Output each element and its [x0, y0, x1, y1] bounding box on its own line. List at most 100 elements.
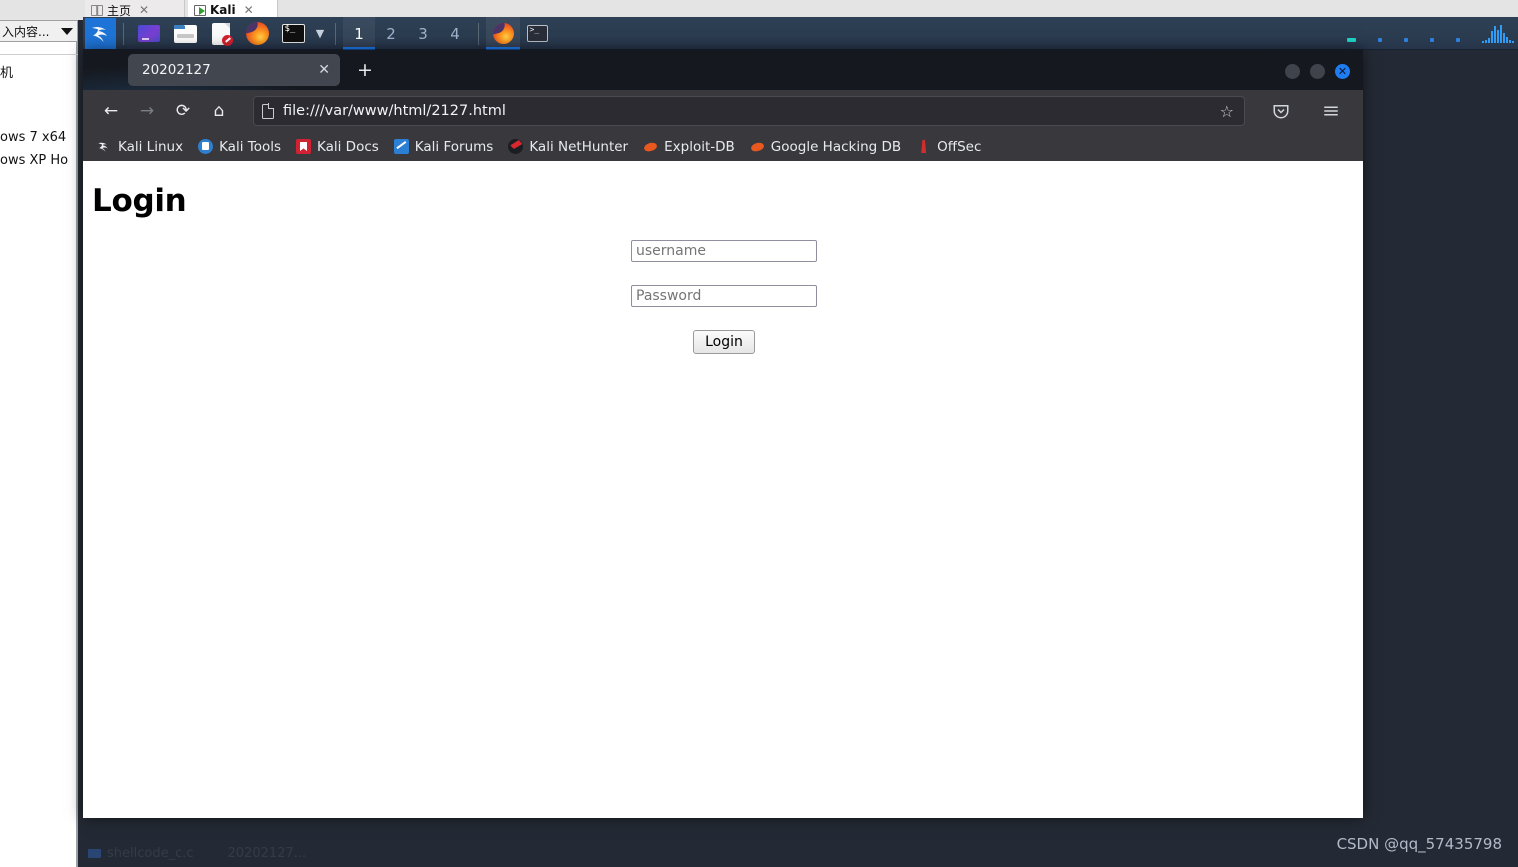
vmware-tab-label: 主页 — [107, 3, 132, 18]
bookmark-label: Kali Linux — [118, 138, 184, 155]
kali-dragon-glyph — [98, 142, 108, 152]
pocket-icon[interactable] — [1265, 95, 1297, 127]
host-panel-item[interactable]: ows 7 x64 — [0, 130, 66, 145]
taskbar-launcher-file-manager[interactable] — [172, 21, 198, 47]
workspace-button-2[interactable]: 2 — [375, 17, 407, 50]
workspace-button-4[interactable]: 4 — [439, 17, 471, 50]
new-tab-button[interactable]: + — [350, 55, 380, 85]
hamburger-glyph — [1324, 106, 1338, 116]
folder-icon — [173, 24, 197, 43]
maximize-icon[interactable] — [1310, 64, 1325, 79]
exploit-db-icon — [643, 139, 658, 154]
taskbar-launcher-terminal[interactable] — [280, 21, 306, 47]
monitor-icon — [138, 25, 160, 42]
workspace-label: 1 — [354, 24, 364, 43]
bookmark-offsec[interactable]: OffSec — [916, 139, 981, 155]
divider — [0, 54, 78, 55]
browser-toolbar: ← → ⟳ ⌂ file:///var/www/html/2127.html ☆ — [83, 90, 1363, 132]
chevron-down-icon[interactable]: ▼ — [312, 17, 328, 50]
username-input[interactable] — [631, 240, 817, 262]
taskbar-window-firefox[interactable] — [486, 17, 520, 50]
browser-tab[interactable]: 20202127 ✕ — [128, 54, 340, 86]
kali-docs-icon — [296, 139, 311, 154]
close-icon[interactable]: ✕ — [139, 3, 149, 17]
url-text[interactable]: file:///var/www/html/2127.html — [283, 103, 1211, 119]
bookmark-google-hacking-db[interactable]: Google Hacking DB — [750, 139, 901, 155]
kali-dragon-icon[interactable] — [85, 18, 116, 49]
bookmark-exploit-db[interactable]: Exploit-DB — [643, 139, 735, 155]
host-panel-item[interactable]: ows XP Ho — [0, 153, 68, 168]
kali-forums-icon — [393, 139, 409, 154]
status-dot-icon[interactable] — [1404, 38, 1408, 42]
watermark: CSDN @qq_57435798 — [1336, 835, 1502, 853]
pocket-glyph — [1273, 105, 1289, 119]
workspace-button-3[interactable]: 3 — [407, 17, 439, 50]
bookmark-kali-nethunter[interactable]: Kali NetHunter — [508, 139, 628, 155]
status-dot-icon[interactable] — [1456, 38, 1460, 42]
taskbar-window-terminal[interactable] — [520, 17, 554, 50]
desktop-file-label: shellcode_c.c — [107, 846, 194, 861]
browser-tab-bar: 20202127 ✕ + ✕ — [83, 50, 1363, 90]
terminal-icon — [526, 25, 548, 42]
desktop-file-icons: shellcode_c.c 20202127... — [88, 846, 306, 861]
kali-dragon-icon — [97, 139, 112, 154]
browser-tab-title: 20202127 — [142, 62, 211, 78]
close-icon[interactable]: ✕ — [244, 3, 254, 17]
divider — [478, 22, 479, 45]
kali-tools-icon — [198, 139, 214, 154]
kali-dragon-glyph — [91, 26, 107, 42]
bookmark-kali-linux[interactable]: Kali Linux — [97, 139, 183, 155]
bookmarks-bar: Kali Linux Kali Tools Kali Docs Kali For… — [83, 132, 1363, 161]
bookmark-label: Kali NetHunter — [529, 138, 629, 155]
document-icon — [262, 103, 275, 119]
page-title: Login — [92, 183, 187, 219]
status-dot-icon[interactable] — [1430, 38, 1434, 42]
close-icon[interactable]: ✕ — [1335, 64, 1350, 79]
forward-button[interactable]: → — [131, 95, 163, 127]
minimize-icon[interactable] — [1285, 64, 1300, 79]
network-activity-icon[interactable] — [1482, 21, 1514, 43]
bookmark-kali-docs[interactable]: Kali Docs — [296, 139, 379, 155]
host-panel-dropdown[interactable]: 入内容... — [0, 20, 78, 42]
bookmark-label: Kali Forums — [414, 138, 494, 155]
play-icon — [194, 4, 206, 16]
login-form: Login — [631, 240, 817, 354]
bookmark-kali-forums[interactable]: Kali Forums — [393, 138, 494, 155]
chevron-down-icon — [61, 27, 73, 35]
url-bar[interactable]: file:///var/www/html/2127.html ☆ — [253, 96, 1245, 126]
workspace-label: 3 — [418, 24, 428, 43]
document-edit-icon — [212, 22, 233, 46]
star-icon[interactable]: ☆ — [1220, 102, 1236, 121]
bookmark-label: Kali Docs — [317, 138, 379, 155]
file-icon — [88, 849, 101, 858]
google-hacking-db-icon — [750, 139, 765, 154]
taskbar-launcher-display-settings[interactable] — [136, 21, 162, 47]
system-tray — [1347, 17, 1514, 50]
back-button[interactable]: ← — [95, 95, 127, 127]
kali-nethunter-icon — [508, 139, 524, 154]
workspace-button-1[interactable]: 1 — [343, 17, 375, 50]
firefox-icon — [492, 23, 514, 44]
reload-button[interactable]: ⟳ — [167, 95, 199, 127]
desktop-file[interactable]: shellcode_c.c — [88, 846, 194, 861]
bookmark-kali-tools[interactable]: Kali Tools — [198, 139, 281, 155]
taskbar-launcher-text-editor[interactable] — [208, 21, 234, 47]
firefox-window: 20202127 ✕ + ✕ ← → ⟳ ⌂ file:///var/www/h… — [83, 50, 1363, 818]
hamburger-menu-icon[interactable] — [1315, 95, 1347, 127]
grid-icon — [91, 4, 103, 16]
home-button[interactable]: ⌂ — [203, 95, 235, 127]
login-button[interactable]: Login — [693, 330, 755, 354]
status-dot-icon[interactable] — [1378, 38, 1382, 42]
bookmark-label: Google Hacking DB — [770, 138, 902, 155]
firefox-icon — [245, 22, 269, 45]
host-panel-dropdown-value: 入内容... — [2, 24, 50, 39]
close-icon[interactable]: ✕ — [318, 63, 330, 77]
workspace-label: 2 — [386, 24, 396, 43]
offsec-icon — [916, 139, 931, 154]
divider — [335, 22, 336, 45]
desktop-file[interactable]: 20202127... — [228, 846, 307, 861]
bookmark-label: OffSec — [937, 138, 982, 155]
status-dot-icon[interactable] — [1347, 38, 1356, 42]
taskbar-launcher-firefox[interactable] — [244, 21, 270, 47]
password-input[interactable] — [631, 285, 817, 307]
